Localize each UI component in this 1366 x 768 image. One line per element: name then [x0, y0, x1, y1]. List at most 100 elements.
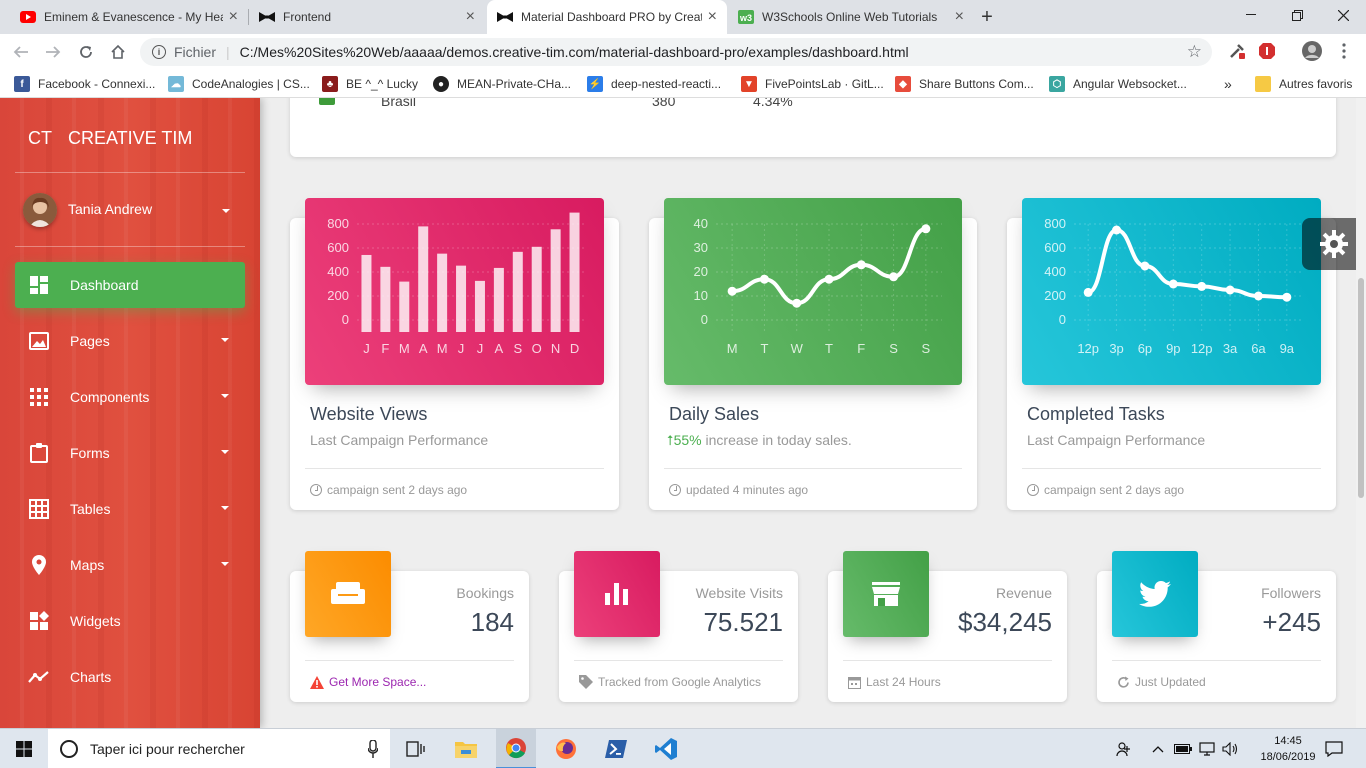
close-window-button[interactable] [1320, 0, 1366, 30]
store-icon [843, 551, 929, 637]
user-name[interactable]: Tania Andrew [68, 201, 152, 217]
notifications-icon[interactable] [1325, 729, 1343, 768]
sidebar-item-components[interactable]: Components [15, 374, 245, 420]
start-button[interactable] [0, 729, 48, 768]
bookmark-facebook[interactable]: f Facebook - Connexi... [14, 70, 155, 98]
profile-avatar-icon[interactable] [1302, 41, 1322, 61]
bookmark-angular-websocket[interactable]: ⬡ Angular Websocket... [1049, 70, 1187, 98]
cortana-icon [60, 740, 78, 758]
bookmarks-overflow-button[interactable]: » [1224, 70, 1232, 98]
youtube-icon [20, 9, 36, 25]
task-view-icon[interactable] [396, 729, 436, 768]
bookmark-be-lucky[interactable]: ♣ BE ^_^ Lucky [322, 70, 418, 98]
close-tab-icon[interactable]: × [708, 8, 717, 26]
cloud-icon: ☁ [168, 76, 184, 92]
avatar[interactable] [23, 193, 57, 227]
bookmark-codeanalogies[interactable]: ☁ CodeAnalogies | CS... [168, 70, 310, 98]
taskbar-search-box[interactable]: Taper ici pour rechercher [48, 729, 390, 768]
home-icon[interactable] [107, 41, 129, 63]
bar [569, 212, 580, 332]
adblock-icon[interactable] [1257, 41, 1277, 61]
file-explorer-icon[interactable] [446, 729, 486, 768]
address-scheme-label: Fichier [174, 44, 217, 60]
chrome-taskbar-icon[interactable] [496, 729, 536, 768]
close-tab-icon[interactable]: × [955, 8, 964, 26]
x-tick-label: J [458, 341, 465, 356]
vscode-taskbar-icon[interactable] [646, 729, 686, 768]
bookmark-share-buttons[interactable]: ◆ Share Buttons Com... [895, 70, 1034, 98]
calendar-icon [848, 676, 861, 689]
chevron-down-icon [221, 450, 229, 454]
clipboard-icon [27, 441, 51, 465]
bookmark-fivepointslab[interactable]: ▼ FivePointsLab · GitL... [741, 70, 884, 98]
stat-card-revenue: Revenue $34,245 Last 24 Hours [828, 551, 1067, 702]
sidebar-item-maps[interactable]: Maps [15, 542, 245, 588]
tab-material-dashboard[interactable]: Material Dashboard PRO by Creative Tim × [487, 0, 727, 34]
bar [418, 226, 429, 332]
page-scrollbar[interactable] [1356, 98, 1366, 728]
y-tick-label: 800 [327, 216, 349, 231]
browser-tab-bar: Eminem & Evanescence - My Heart × Fronte… [0, 0, 1366, 34]
x-tick-label: 3a [1223, 341, 1238, 356]
tab-frontend[interactable]: Frontend × [249, 0, 485, 34]
tab-youtube[interactable]: Eminem & Evanescence - My Heart × [10, 0, 248, 34]
battery-icon[interactable] [1174, 729, 1192, 768]
x-tick-label: J [477, 341, 484, 356]
widgets-icon [27, 609, 51, 633]
data-point [727, 286, 737, 296]
reload-icon[interactable] [75, 41, 97, 63]
bookmark-star-icon[interactable]: ☆ [1187, 42, 1202, 62]
forward-arrow-icon[interactable] [42, 41, 64, 63]
bookmark-label: Angular Websocket... [1073, 77, 1187, 91]
close-tab-icon[interactable]: × [466, 8, 475, 26]
x-tick-label: F [381, 341, 389, 356]
firefox-taskbar-icon[interactable] [546, 729, 586, 768]
tray-chevron-up-icon[interactable] [1152, 729, 1164, 768]
powershell-taskbar-icon[interactable] [596, 729, 636, 768]
logo-mini: CT [28, 128, 52, 148]
sidebar-item-dashboard[interactable]: Dashboard [15, 262, 245, 308]
x-tick-label: 9p [1166, 341, 1180, 356]
menu-dots-icon[interactable] [1334, 41, 1354, 61]
info-icon[interactable]: i [152, 45, 166, 59]
taskbar-clock[interactable]: 14:45 18/06/2019 [1258, 733, 1318, 765]
sidebar-item-charts[interactable]: Charts [15, 654, 245, 700]
close-tab-icon[interactable]: × [229, 8, 238, 26]
sidebar-item-forms[interactable]: Forms [15, 430, 245, 476]
stat-footer[interactable]: Get More Space... [310, 675, 426, 689]
subtitle-text: increase in today sales. [701, 432, 852, 448]
sidebar-item-label: Maps [70, 557, 105, 573]
x-tick-label: S [922, 341, 931, 356]
bookmark-mean-private[interactable]: ● MEAN-Private-CHa... [433, 70, 571, 98]
clock-time: 14:45 [1274, 735, 1302, 747]
bar [380, 266, 391, 332]
sidebar-item-label: Tables [70, 501, 111, 517]
microphone-icon[interactable] [367, 739, 379, 761]
volume-icon[interactable] [1222, 729, 1238, 768]
minimize-window-button[interactable] [1228, 0, 1274, 30]
back-arrow-icon[interactable] [10, 41, 32, 63]
address-bar[interactable]: i Fichier | C:/Mes%20Sites%20Web/aaaaa/d… [140, 38, 1212, 66]
extension-eyedropper-icon[interactable] [1227, 41, 1247, 61]
new-tab-button[interactable]: + [976, 0, 998, 34]
chart-card-footer: campaign sent 2 days ago [1027, 483, 1184, 497]
x-tick-label: 9a [1280, 341, 1295, 356]
data-point [889, 272, 899, 282]
sidebar-item-tables[interactable]: Tables [15, 486, 245, 532]
user-menu-caret-icon[interactable] [222, 209, 230, 213]
other-bookmarks[interactable]: Autres favoris [1255, 70, 1352, 98]
facebook-icon: f [14, 76, 30, 92]
get-more-space-link[interactable]: Get More Space... [329, 675, 426, 689]
tab-w3schools[interactable]: w3 W3Schools Online Web Tutorials × [728, 0, 974, 34]
scrollbar-thumb[interactable] [1358, 278, 1364, 498]
stat-value: +245 [1262, 607, 1321, 637]
sidebar-item-widgets[interactable]: Widgets [15, 598, 245, 644]
people-icon[interactable] [1116, 729, 1132, 768]
bookmark-deep-nested[interactable]: ⚡ deep-nested-reacti... [587, 70, 721, 98]
x-tick-label: J [363, 341, 370, 356]
sidebar-item-pages[interactable]: Pages [15, 318, 245, 364]
network-icon[interactable] [1198, 729, 1216, 768]
brand-logo[interactable]: CT CREATIVE TIM [28, 128, 192, 149]
data-point [1083, 287, 1093, 297]
maximize-window-button[interactable] [1274, 0, 1320, 30]
